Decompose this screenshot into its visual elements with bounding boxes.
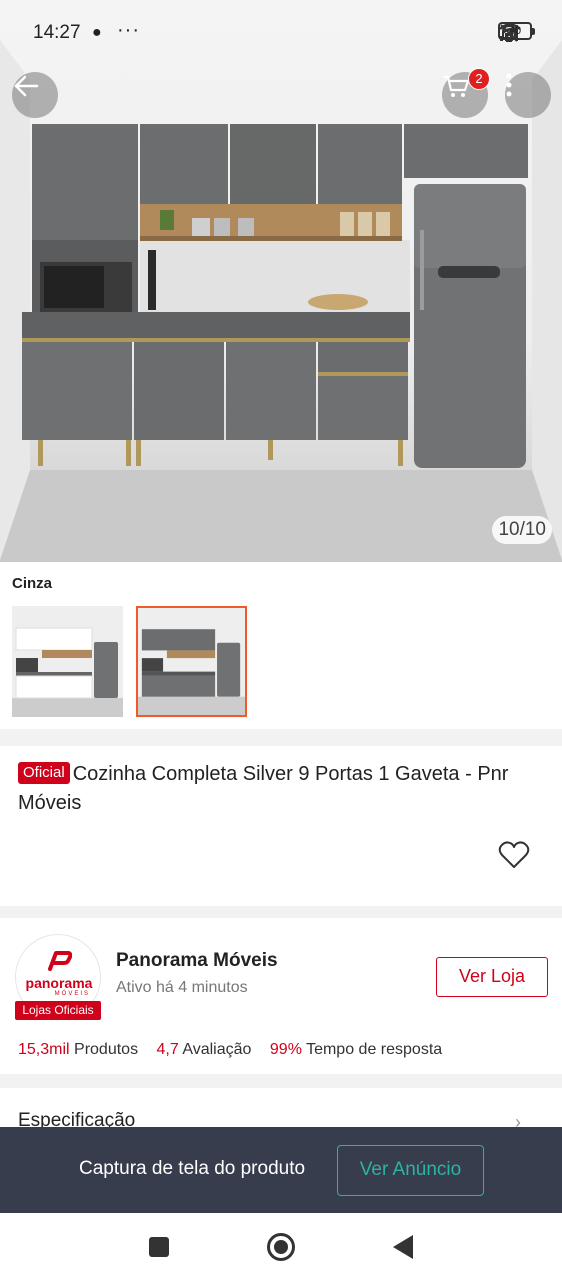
view-ad-button[interactable]: Ver Anúncio xyxy=(337,1145,484,1196)
rating-label: Avaliação xyxy=(182,1041,252,1058)
section-divider xyxy=(0,906,562,918)
shop-logo-text: panorama xyxy=(25,975,93,991)
more-notifications-icon: ··· xyxy=(117,19,140,41)
products-label: Produtos xyxy=(74,1041,139,1058)
variant-thumbnail-gray[interactable] xyxy=(136,606,247,717)
cart-count-badge: 2 xyxy=(468,68,490,90)
product-title: Oficial Cozinha Completa Silver 9 Portas … xyxy=(18,760,548,818)
image-counter: 10/10 xyxy=(492,516,552,544)
product-image[interactable]: 14:27 ● ··· 40 2 10/10 xyxy=(0,0,562,562)
cart-button[interactable]: 2 xyxy=(442,68,490,118)
response-label: Tempo de resposta xyxy=(306,1041,443,1058)
status-bar: 14:27 ● ··· 40 xyxy=(0,0,562,66)
official-stores-tag: Lojas Oficiais xyxy=(15,1001,101,1020)
more-options-button[interactable] xyxy=(505,72,551,118)
response-rate: 99% xyxy=(269,1041,302,1058)
panorama-logo-icon xyxy=(48,951,72,971)
shop-logo-subtext: MÓVEIS xyxy=(54,991,90,997)
official-badge: Oficial xyxy=(18,762,70,784)
rating-value: 4,7 xyxy=(156,1041,179,1058)
products-count: 15,3mil xyxy=(18,1041,70,1058)
heart-icon xyxy=(498,841,530,868)
cart-icon xyxy=(444,75,470,97)
favorite-button[interactable] xyxy=(498,840,530,875)
status-time: 14:27 xyxy=(33,22,81,43)
screenshot-banner: Captura de tela do produto Ver Anúncio xyxy=(0,1127,562,1213)
gray-kitchen-thumbnail-image xyxy=(138,608,245,715)
visit-shop-button[interactable]: Ver Loja xyxy=(436,957,548,997)
section-divider xyxy=(0,1074,562,1088)
white-kitchen-thumbnail-image xyxy=(12,606,123,717)
section-divider xyxy=(0,729,562,746)
shop-stats: 15,3mil Produtos 4,7 Avaliação 99% Tempo… xyxy=(18,1041,442,1059)
recent-apps-icon[interactable] xyxy=(149,1237,169,1257)
shop-name[interactable]: Panorama Móveis xyxy=(116,950,278,972)
battery-icon: 40 xyxy=(498,22,535,40)
product-title-text: Cozinha Completa Silver 9 Portas 1 Gavet… xyxy=(18,763,509,814)
chat-bubble-icon: ● xyxy=(92,24,102,41)
home-icon[interactable] xyxy=(267,1233,295,1261)
variant-thumbnail-white[interactable] xyxy=(12,606,123,717)
variant-label: Cinza xyxy=(12,575,53,592)
nav-back-icon[interactable] xyxy=(393,1235,413,1259)
arrow-left-icon xyxy=(14,75,39,97)
screenshot-banner-text: Captura de tela do produto xyxy=(79,1158,306,1179)
shop-active-status: Ativo há 4 minutos xyxy=(116,979,248,996)
vertical-dots-icon xyxy=(506,73,512,97)
system-nav-bar xyxy=(0,1213,562,1280)
back-button[interactable] xyxy=(12,72,58,118)
